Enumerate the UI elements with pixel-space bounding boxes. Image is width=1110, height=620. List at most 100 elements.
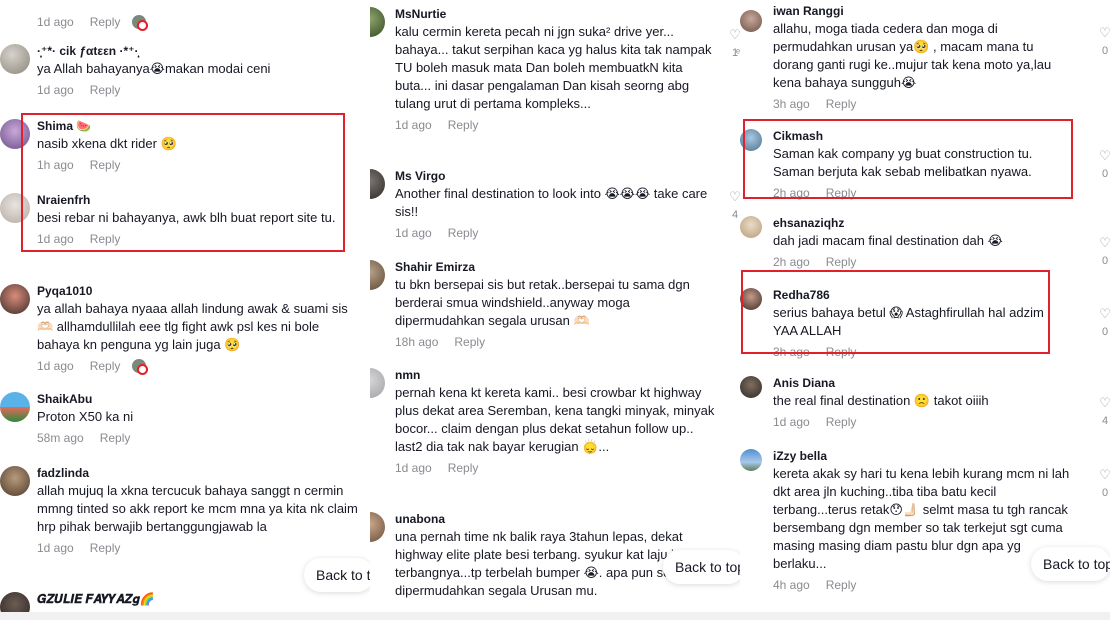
comment-time: 2h ago (773, 186, 810, 200)
avatar[interactable] (370, 368, 385, 398)
like-icon[interactable]: ♡ 0 (1098, 149, 1110, 181)
comment-text: pernah kena kt kereta kami.. besi crowba… (395, 385, 715, 454)
username[interactable]: Anis Diana (773, 376, 1070, 390)
like-icon[interactable]: ♡ 4 (728, 190, 740, 222)
comment-time: 1d ago (37, 15, 74, 29)
like-count: 4 (1101, 415, 1109, 427)
reply-button[interactable]: Reply (90, 232, 121, 246)
username[interactable]: ·̩͙⁺*· cik ƒαtεεn ·*⁺·̩͙ (37, 44, 364, 58)
avatar[interactable] (740, 449, 762, 471)
divider (740, 612, 1110, 620)
like-count: 0 (1101, 255, 1109, 267)
like-icon[interactable]: ♡ 0 (1098, 26, 1110, 58)
divider (0, 612, 370, 620)
avatar[interactable] (740, 216, 762, 238)
reply-button[interactable]: Reply (448, 118, 479, 132)
reply-button[interactable]: Reply (826, 415, 857, 429)
like-count: 0 (1101, 326, 1109, 338)
comment-time: 1d ago (395, 118, 432, 132)
avatar[interactable] (740, 376, 762, 398)
reply-button[interactable]: Reply (100, 431, 131, 445)
comment-time: 1d ago (395, 226, 432, 240)
back-to-top-button[interactable]: Back to top (304, 558, 370, 592)
username[interactable]: fadzlinda (37, 466, 364, 480)
reply-button[interactable]: Reply (826, 97, 857, 111)
reply-button[interactable]: Reply (90, 158, 121, 172)
reply-button[interactable]: Reply (90, 83, 121, 97)
avatar[interactable] (0, 284, 30, 314)
avatar[interactable] (370, 7, 385, 37)
comments-panel-middle: MsNurtie kalu cermin kereta pecah ni jgn… (370, 0, 740, 620)
avatar[interactable] (740, 10, 762, 32)
avatar[interactable] (0, 392, 30, 422)
username[interactable]: ehsanaziqhz (773, 216, 1070, 230)
reply-button[interactable]: Reply (90, 541, 121, 555)
reply-button[interactable]: Reply (454, 335, 485, 349)
username[interactable]: nmn (395, 368, 720, 382)
username[interactable]: Nraienfrh (37, 193, 364, 207)
avatar[interactable] (0, 193, 30, 223)
reply-button[interactable]: Reply (826, 345, 857, 359)
like-count: 0 (1101, 45, 1109, 57)
avatar[interactable] (740, 129, 762, 151)
comment-time: 18h ago (395, 335, 439, 349)
reply-button[interactable]: Reply (826, 186, 857, 200)
comment-time: 1h ago (37, 158, 74, 172)
sticker-icon (132, 15, 149, 31)
username[interactable]: iZzy bella (773, 449, 1070, 463)
username[interactable]: Cikmash (773, 129, 1070, 143)
comment-time: 1d ago (395, 461, 432, 475)
avatar[interactable] (0, 119, 30, 149)
username[interactable]: MsNurtie (395, 7, 720, 21)
reply-button[interactable]: Reply (448, 461, 479, 475)
username[interactable]: Shahir Emirza (395, 260, 720, 274)
comment-text: Proton X50 ka ni (37, 409, 134, 424)
back-to-top-button[interactable]: Back to top (663, 550, 740, 584)
reply-button[interactable]: Reply (826, 578, 857, 592)
like-icon[interactable]: ♡ 1ͤ (728, 28, 740, 60)
username[interactable]: 𝑮𝒁𝑼𝑳𝑰𝑬 𝑭𝑨𝒀𝒀𝑨𝒁𝒈🌈 (37, 592, 364, 606)
comment-time: 1d ago (37, 232, 74, 246)
comment-text: allahu, moga tiada cedera dan moga di pe… (773, 21, 1052, 90)
comment-time: 4h ago (773, 578, 810, 592)
reply-button[interactable]: Reply (448, 226, 479, 240)
comment-text: dah jadi macam final destination dah 😭 (773, 233, 1003, 248)
like-icon[interactable]: ♡ 0 (1098, 468, 1110, 500)
comment-time: 1d ago (37, 541, 74, 555)
comment-time: 2h ago (773, 255, 810, 269)
comment-text: allah mujuq la xkna tercucuk bahaya sang… (37, 483, 358, 534)
comment-text: besi rebar ni bahayanya, awk blh buat re… (37, 210, 336, 225)
comment-text: ya allah bahaya nyaaa allah lindung awak… (37, 301, 348, 352)
like-icon[interactable]: ♡ 0 (1098, 236, 1110, 268)
username[interactable]: ShaikAbu (37, 392, 364, 406)
avatar[interactable] (370, 512, 385, 542)
username[interactable]: Shima 🍉 (37, 119, 364, 133)
username[interactable]: unabona (395, 512, 720, 526)
like-icon[interactable]: ♡ 4 (1098, 396, 1110, 428)
reply-button[interactable]: Reply (90, 359, 121, 373)
username[interactable]: iwan Ranggi (773, 4, 1070, 18)
like-count: 4 (731, 209, 739, 221)
back-to-top-button[interactable]: Back to top (1031, 547, 1110, 581)
sticker-icon (132, 359, 149, 375)
avatar[interactable] (0, 44, 30, 74)
comments-panel-left: 1d ago Reply ·̩͙⁺*· cik ƒαtεεn ·*⁺·̩͙ ya … (0, 0, 370, 620)
like-count: 1ͤ (731, 47, 739, 59)
comment-text: kalu cermin kereta pecah ni jgn suka² dr… (395, 24, 712, 111)
avatar[interactable] (370, 169, 385, 199)
reply-button[interactable]: Reply (90, 15, 121, 29)
reply-button[interactable]: Reply (826, 255, 857, 269)
avatar[interactable] (740, 288, 762, 310)
avatar[interactable] (370, 260, 385, 290)
like-icon[interactable]: ♡ 0 (1098, 307, 1110, 339)
avatar[interactable] (0, 466, 30, 496)
comment-text: ya Allah bahayanya😭makan modai ceni (37, 61, 271, 76)
comment-text: serius bahaya betul 😱 Astaghfirullah hal… (773, 305, 1044, 338)
username[interactable]: Pyqa1010 (37, 284, 364, 298)
comment-time: 3h ago (773, 97, 810, 111)
comment-text: kereta akak sy hari tu kena lebih kurang… (773, 466, 1070, 571)
comment-text: Another final destination to look into 😭… (395, 186, 708, 219)
username[interactable]: Redha786 (773, 288, 1070, 302)
username[interactable]: Ms Virgo (395, 169, 720, 183)
like-count: 0 (1101, 487, 1109, 499)
